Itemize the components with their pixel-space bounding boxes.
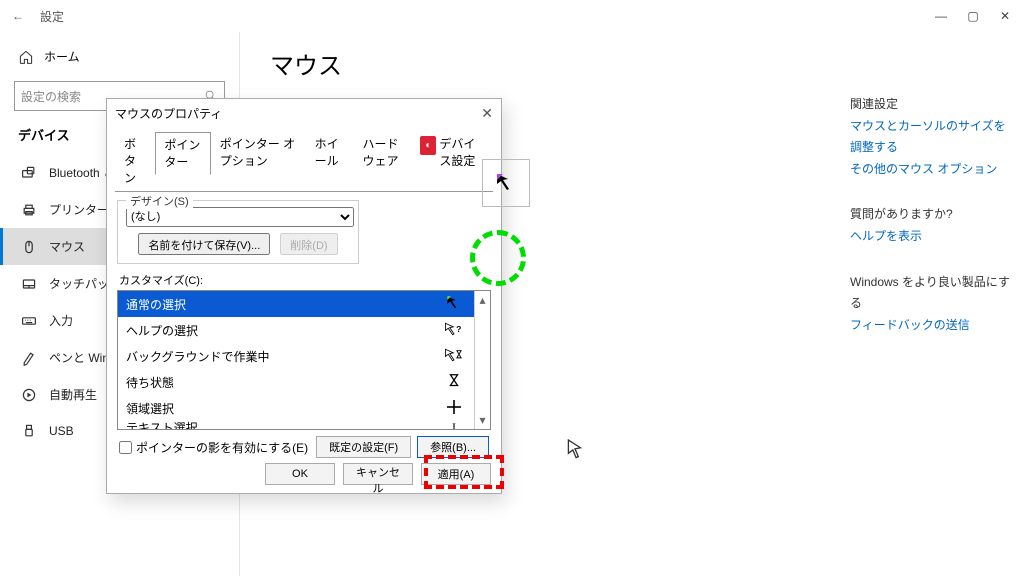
list-item-precision[interactable]: 領域選択 — [118, 395, 474, 421]
mouse-properties-dialog: マウスのプロパティ ✕ ボタン ポインター ポインター オプション ホイール ハ… — [106, 98, 502, 494]
list-item-label: バックグラウンドで作業中 — [126, 348, 270, 365]
cursor-text-icon: I — [442, 420, 466, 430]
dialog-title: マウスのプロパティ — [115, 105, 481, 122]
list-item-text[interactable]: テキスト選択 I — [118, 421, 474, 429]
sidebar-item-label: マウス — [49, 238, 85, 255]
list-item-label: テキスト選択 — [126, 419, 198, 430]
printer-icon — [21, 202, 37, 218]
pen-icon — [21, 350, 37, 366]
list-item-label: 領域選択 — [126, 400, 174, 417]
saveas-button[interactable]: 名前を付けて保存(V)... — [138, 233, 270, 255]
tab-buttons[interactable]: ボタン — [115, 131, 155, 191]
scroll-up-icon[interactable]: ▴ — [479, 293, 485, 307]
list-item-help[interactable]: ヘルプの選択 ? — [118, 317, 474, 343]
bluetooth-icon — [21, 165, 37, 181]
design-group: デザイン(S) (なし) 名前を付けて保存(V)... 削除(D) — [117, 200, 359, 264]
scroll-down-icon[interactable]: ▾ — [479, 413, 485, 427]
listbox-scrollbar[interactable]: ▴ ▾ — [474, 291, 490, 429]
related-settings: 関連設定 マウスとカーソルのサイズを調整する その他のマウス オプション 質問が… — [850, 70, 1010, 336]
close-window-button[interactable]: ✕ — [998, 9, 1012, 23]
cursor-precision-icon — [442, 399, 466, 418]
link-show-help[interactable]: ヘルプを表示 — [850, 226, 1010, 248]
cursor-normal-icon — [442, 294, 466, 315]
cursor-busy-icon — [442, 372, 466, 393]
nav-home[interactable]: ホーム — [0, 40, 239, 73]
help-header: 質問がありますか? — [850, 204, 1010, 226]
list-item-label: ヘルプの選択 — [126, 322, 198, 339]
related-header: 関連設定 — [850, 94, 1010, 116]
autoplay-icon — [21, 387, 37, 403]
keyboard-icon — [21, 313, 37, 329]
link-mouse-options[interactable]: その他のマウス オプション — [850, 159, 1010, 181]
apply-button[interactable]: 適用(A) — [421, 463, 491, 485]
maximize-button[interactable]: ▢ — [966, 9, 980, 23]
delete-button: 削除(D) — [280, 233, 337, 255]
link-cursor-size[interactable]: マウスとカーソルのサイズを調整する — [850, 116, 1010, 159]
mouse-icon — [21, 239, 37, 255]
shadow-checkbox[interactable] — [119, 441, 132, 454]
back-icon[interactable]: ← — [12, 9, 32, 23]
list-item-working[interactable]: バックグラウンドで作業中 — [118, 343, 474, 369]
cursor-preview — [482, 159, 530, 207]
browse-button[interactable]: 参照(B)... — [417, 436, 489, 458]
svg-text:?: ? — [456, 323, 461, 333]
defaults-button[interactable]: 既定の設定(F) — [316, 436, 411, 458]
tab-hardware[interactable]: ハードウェア — [354, 131, 417, 174]
cursor-preview-icon — [494, 171, 518, 195]
window-title: 設定 — [40, 8, 934, 25]
cursor-help-icon: ? — [442, 320, 466, 341]
dialog-tabs: ボタン ポインター ポインター オプション ホイール ハードウェア ◐ デバイス… — [107, 127, 501, 191]
title-bar: ← 設定 — ▢ ✕ — [0, 0, 1024, 32]
sidebar-item-label: 入力 — [49, 312, 73, 329]
cancel-button[interactable]: キャンセル — [343, 463, 413, 485]
feedback-header: Windows をより良い製品にする — [850, 272, 1010, 315]
list-item-busy[interactable]: 待ち状態 — [118, 369, 474, 395]
design-select[interactable]: (なし) — [126, 207, 354, 227]
shadow-label: ポインターの影を有効にする(E) — [136, 439, 308, 456]
tab-pointers[interactable]: ポインター — [155, 132, 210, 175]
dialog-close-button[interactable]: ✕ — [481, 105, 493, 122]
ok-button[interactable]: OK — [265, 463, 335, 485]
tab-device-icon[interactable]: ◐ — [420, 136, 436, 155]
system-cursor-icon — [567, 439, 582, 462]
list-item-label: 待ち状態 — [126, 374, 174, 391]
touchpad-icon — [21, 276, 37, 292]
tab-pointer-options[interactable]: ポインター オプション — [211, 131, 306, 174]
home-icon — [18, 49, 34, 65]
cursor-working-icon — [442, 346, 466, 367]
minimize-button[interactable]: — — [934, 9, 948, 23]
list-item-label: 通常の選択 — [126, 296, 186, 313]
nav-home-label: ホーム — [44, 48, 80, 65]
cursor-listbox[interactable]: 通常の選択 ヘルプの選択 ? バックグラウンドで作業中 待ち状態 — [117, 290, 491, 430]
tab-wheel[interactable]: ホイール — [306, 131, 354, 174]
sidebar-item-label: 自動再生 — [49, 386, 97, 403]
customize-label: カスタマイズ(C): — [119, 272, 489, 288]
list-item-normal[interactable]: 通常の選択 — [118, 291, 474, 317]
design-label: デザイン(S) — [126, 193, 193, 209]
sidebar-item-label: USB — [49, 424, 74, 438]
link-feedback[interactable]: フィードバックの送信 — [850, 315, 1010, 337]
usb-icon — [21, 423, 37, 439]
